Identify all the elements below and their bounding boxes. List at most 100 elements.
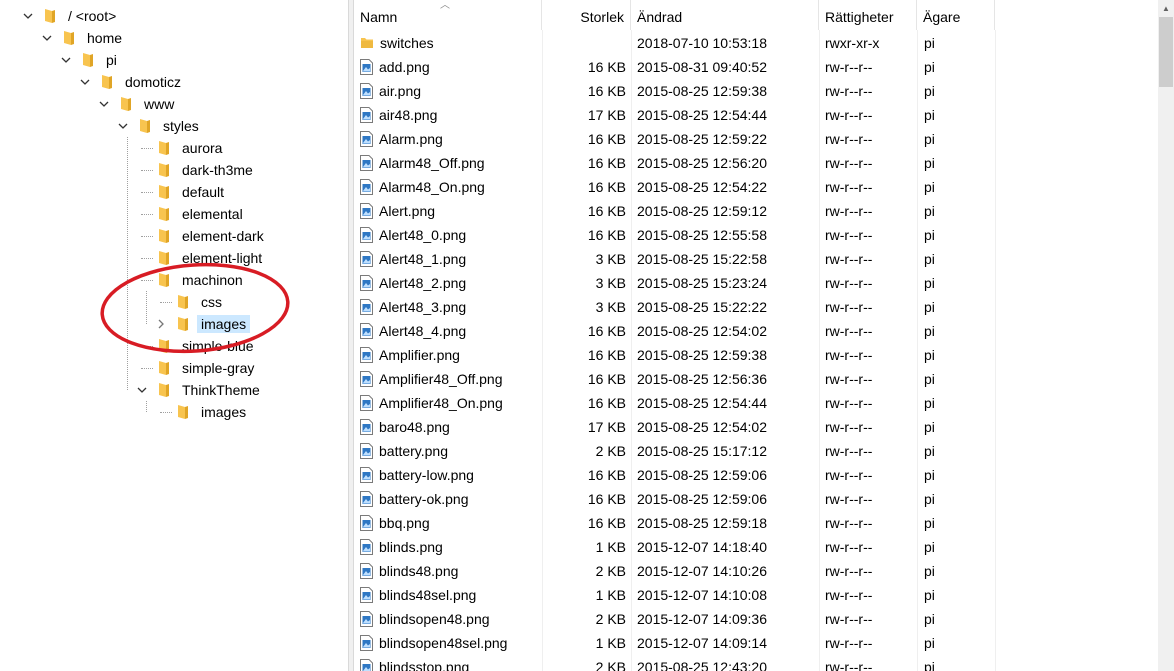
tree-node-label: element-dark [182,228,264,244]
chevron-down-icon[interactable] [96,93,112,115]
chevron-down-icon[interactable] [134,379,150,401]
file-name-text: blinds.png [379,539,443,555]
tree-node[interactable]: css [177,291,226,313]
table-row[interactable]: Alert48_1.png 3 KB 2015-08-25 15:22:58 rw-r… [354,247,1158,271]
file-name-text: add.png [379,59,430,75]
tree-node[interactable]: aurora [158,137,226,159]
file-size: 16 KB [587,491,626,507]
file-name: Alert48_4.png [360,319,466,343]
file-permissions: rw-r--r-- [825,83,873,99]
file-permissions: rw-r--r-- [825,59,873,75]
image-file-icon [360,587,373,603]
tree-node[interactable]: www [120,93,178,115]
tree-node[interactable]: pi [82,49,121,71]
table-row[interactable]: baro48.png 17 KB 2015-08-25 12:54:02 rw-r--… [354,415,1158,439]
file-size: 17 KB [587,107,626,123]
file-size: 16 KB [587,347,626,363]
table-row[interactable]: air.png 16 KB 2015-08-25 12:59:38 rw-r--r--… [354,79,1158,103]
table-row[interactable]: Amplifier.png 16 KB 2015-08-25 12:59:38 rw-… [354,343,1158,367]
table-row[interactable]: air48.png 17 KB 2015-08-25 12:54:44 rw-r--r… [354,103,1158,127]
table-row[interactable]: Alert.png 16 KB 2015-08-25 12:59:12 rw-r--r… [354,199,1158,223]
tree-node[interactable]: elemental [158,203,247,225]
table-row[interactable]: battery.png 2 KB 2015-08-25 15:17:12 rw-r--… [354,439,1158,463]
file-size: 16 KB [587,203,626,219]
file-name-text: Alarm48_On.png [379,179,485,195]
file-name: Alert48_2.png [360,271,466,295]
column-header-modified-label: Ändrad [637,9,683,25]
tree-node[interactable]: element-dark [158,225,268,247]
file-size: 16 KB [587,515,626,531]
tree-node[interactable]: element-light [158,247,266,269]
image-file-icon [360,371,373,387]
file-name-text: switches [380,35,434,51]
tree-node[interactable]: images [177,313,251,335]
chevron-down-icon[interactable] [20,5,36,27]
file-name: Alarm.png [360,127,443,151]
file-size: 2 KB [595,443,626,459]
file-size: 17 KB [587,419,626,435]
table-row[interactable]: blindsopen48.png 2 KB 2015-12-07 14:09:36 r… [354,607,1158,631]
file-owner: pi [924,227,935,243]
file-name: blindsstop.png [360,655,469,671]
tree-node[interactable]: ThinkTheme [158,379,264,401]
tree-node-label: styles [163,118,199,134]
tree-node[interactable]: / <root> [44,5,120,27]
chevron-down-icon[interactable] [77,71,93,93]
tree-node[interactable]: home [63,27,126,49]
file-permissions: rw-r--r-- [825,635,873,651]
tree-node-label: pi [106,52,117,68]
chevron-down-icon[interactable] [58,49,74,71]
tree-node[interactable]: simple-blue [158,335,258,357]
tree-node[interactable]: styles [139,115,203,137]
folder-icon [178,405,188,419]
table-row[interactable]: bbq.png 16 KB 2015-08-25 12:59:18 rw-r--r--… [354,511,1158,535]
table-row[interactable]: Alert48_3.png 3 KB 2015-08-25 15:22:22 rw-r… [354,295,1158,319]
tree-connector [141,368,153,369]
table-row[interactable]: Alarm48_On.png 16 KB 2015-08-25 12:54:22 rw… [354,175,1158,199]
tree-node[interactable]: simple-gray [158,357,258,379]
vertical-scrollbar[interactable]: ▲ [1158,0,1174,671]
table-row[interactable]: Alarm48_Off.png 16 KB 2015-08-25 12:56:20 r… [354,151,1158,175]
table-row[interactable]: switches 2018-07-10 10:53:18 rwxr-xr-x pi [354,31,1158,55]
tree-node[interactable]: dark-th3me [158,159,257,181]
folder-icon [159,361,169,375]
table-row[interactable]: battery-ok.png 16 KB 2015-08-25 12:59:06 rw… [354,487,1158,511]
file-owner: pi [924,131,935,147]
scroll-thumb[interactable] [1159,17,1173,87]
folder-icon [159,185,169,199]
chevron-down-icon[interactable] [115,115,131,137]
tree-node[interactable]: domoticz [101,71,185,93]
file-list: Namn ︿ Storlek Ändrad Rättigheter Ägare … [354,0,1158,671]
file-permissions: rw-r--r-- [825,443,873,459]
file-name: Alert48_0.png [360,223,466,247]
table-row[interactable]: blindsopen48sel.png 1 KB 2015-12-07 14:09:… [354,631,1158,655]
file-name: blinds48sel.png [360,583,476,607]
table-row[interactable]: battery-low.png 16 KB 2015-08-25 12:59:06 r… [354,463,1158,487]
table-row[interactable]: add.png 16 KB 2015-08-31 09:40:52 rw-r--r--… [354,55,1158,79]
file-owner: pi [924,587,935,603]
file-permissions: rw-r--r-- [825,515,873,531]
table-row[interactable]: Amplifier48_On.png 16 KB 2015-08-25 12:54:… [354,391,1158,415]
table-row[interactable]: blinds.png 1 KB 2015-12-07 14:18:40 rw-r--r… [354,535,1158,559]
chevron-right-icon[interactable] [153,313,169,335]
folder-icon [140,119,150,133]
file-name-text: bbq.png [379,515,430,531]
table-row[interactable]: Alert48_4.png 16 KB 2015-08-25 12:54:02 rw-… [354,319,1158,343]
column-header-modified[interactable]: Ändrad [631,0,819,30]
table-row[interactable]: blinds48sel.png 1 KB 2015-12-07 14:10:08 rw… [354,583,1158,607]
table-row[interactable]: blinds48.png 2 KB 2015-12-07 14:10:26 rw-r-… [354,559,1158,583]
column-header-name[interactable]: Namn ︿ [354,0,542,30]
table-row[interactable]: Alert48_0.png 16 KB 2015-08-25 12:55:58 rw-… [354,223,1158,247]
table-row[interactable]: Alert48_2.png 3 KB 2015-08-25 15:23:24 rw-r… [354,271,1158,295]
scroll-up-arrow-icon[interactable]: ▲ [1158,0,1174,17]
tree-node[interactable]: images [177,401,250,423]
tree-node[interactable]: machinon [158,269,247,291]
column-header-permissions[interactable]: Rättigheter [819,0,917,30]
table-row[interactable]: Amplifier48_Off.png 16 KB 2015-08-25 12:56… [354,367,1158,391]
column-header-owner[interactable]: Ägare [917,0,995,30]
chevron-down-icon[interactable] [39,27,55,49]
table-row[interactable]: Alarm.png 16 KB 2015-08-25 12:59:22 rw-r--r… [354,127,1158,151]
column-header-size[interactable]: Storlek [542,0,631,30]
table-row[interactable]: blindsstop.png 2 KB 2015-08-25 12:43:20 rw-… [354,655,1158,671]
tree-node[interactable]: default [158,181,228,203]
